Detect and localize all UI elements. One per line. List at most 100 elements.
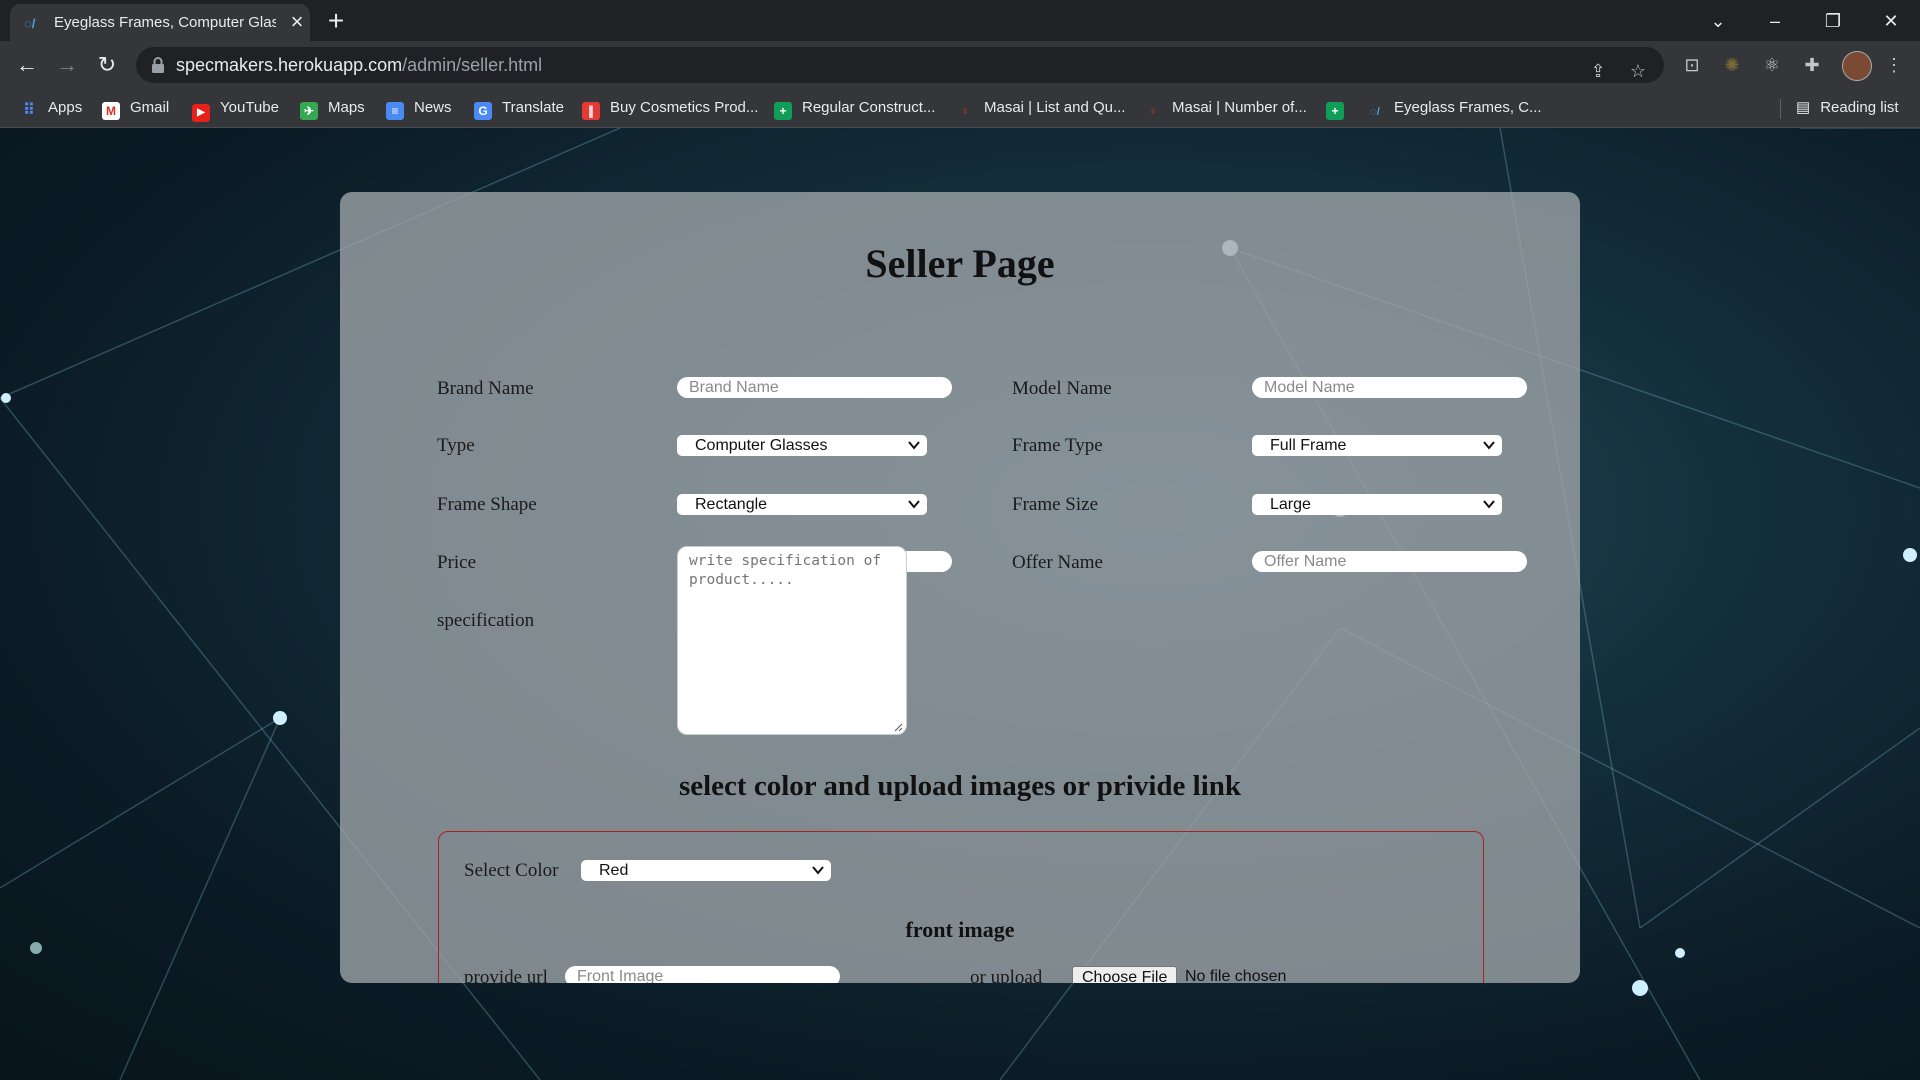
chevron-down-icon: [908, 500, 920, 509]
avatar[interactable]: [1842, 51, 1872, 81]
extension-icon[interactable]: ⊡: [1680, 53, 1704, 77]
new-tab-icon[interactable]: +: [322, 7, 350, 36]
specification-textarea[interactable]: [677, 546, 907, 735]
eyeglass-icon: ◌/: [1370, 106, 1380, 118]
bookmark-label: Buy Cosmetics Prod...: [610, 99, 759, 116]
browser-toolbar: ← → ↻ specmakers.herokuapp.com/admin/sel…: [0, 41, 1920, 89]
url-path: /admin/seller.html: [402, 55, 543, 75]
bookmark-translate[interactable]: G Translate: [474, 97, 564, 120]
lock-icon: [152, 57, 164, 73]
seller-form-card: Seller Page Brand Name Model Name Type C…: [340, 192, 1580, 983]
front-image-url-input[interactable]: [565, 966, 840, 983]
bookmark-label: Regular Construct...: [802, 99, 936, 116]
bookmark-plus[interactable]: +: [1326, 97, 1354, 120]
bookmark-label: Masai | Number of...: [1172, 99, 1307, 116]
price-label: Price: [437, 552, 477, 573]
brand-name-input[interactable]: [677, 377, 952, 398]
reload-icon[interactable]: ↻: [92, 50, 122, 80]
tab-search-icon[interactable]: ⌄: [1703, 6, 1733, 36]
bookmark-label: Maps: [328, 99, 365, 116]
address-bar[interactable]: specmakers.herokuapp.com/admin/seller.ht…: [136, 47, 1664, 83]
gmail-icon: M: [102, 102, 120, 120]
model-name-input[interactable]: [1252, 377, 1527, 398]
menu-dots-icon[interactable]: ⋮: [1882, 53, 1906, 77]
bookmark-gmail[interactable]: M Gmail: [102, 97, 170, 120]
restore-icon[interactable]: ❐: [1818, 6, 1848, 36]
color-upload-box: [438, 831, 1484, 983]
reading-list-button[interactable]: ▤ Reading list: [1796, 97, 1899, 119]
apps-grid-icon: ⠿: [23, 102, 35, 119]
frame-size-label: Frame Size: [1012, 494, 1099, 515]
minimize-icon[interactable]: –: [1760, 6, 1790, 36]
reading-list-label: Reading list: [1820, 99, 1899, 116]
resize-grip-icon[interactable]: [893, 722, 903, 732]
offer-name-input[interactable]: [1252, 551, 1527, 572]
bookmark-youtube[interactable]: ▶ YouTube: [192, 97, 279, 122]
frame-type-select-value: Full Frame: [1270, 437, 1347, 454]
type-select[interactable]: Computer Glasses: [677, 435, 927, 456]
bookmark-masai-list[interactable]: ♀ Masai | List and Qu...: [956, 97, 1126, 119]
frame-shape-select[interactable]: Rectangle: [677, 494, 927, 515]
news-icon: ≡: [386, 102, 404, 120]
type-label: Type: [437, 435, 475, 456]
url-host: specmakers.herokuapp.com: [176, 55, 403, 75]
forward-icon[interactable]: →: [52, 50, 82, 80]
chevron-down-icon: [1483, 500, 1495, 509]
file-status-text: No file chosen: [1185, 968, 1287, 983]
close-tab-icon[interactable]: ×: [286, 11, 308, 33]
frame-shape-select-value: Rectangle: [695, 496, 768, 513]
maps-icon: ✈: [300, 102, 318, 120]
bookmarks-divider: [1780, 99, 1781, 119]
bookmark-label: Eyeglass Frames, C...: [1394, 99, 1542, 116]
back-icon[interactable]: ←: [12, 50, 42, 80]
bookmark-star-icon[interactable]: ☆: [1626, 59, 1650, 83]
bookmark-label: Translate: [502, 99, 564, 116]
masai-icon: ♀: [960, 104, 970, 118]
cosmetics-icon: ∥: [582, 102, 600, 120]
extension-react-icon[interactable]: ⚛: [1760, 53, 1784, 77]
bookmark-masai-number[interactable]: ♀ Masai | Number of...: [1144, 97, 1307, 119]
bookmark-cosmetics[interactable]: ∥ Buy Cosmetics Prod...: [582, 97, 759, 120]
brand-name-label: Brand Name: [437, 378, 534, 399]
extension-sun-icon[interactable]: ✺: [1720, 53, 1744, 77]
bookmark-label: News: [414, 99, 452, 116]
frame-type-label: Frame Type: [1012, 435, 1103, 456]
bookmark-apps[interactable]: ⠿ Apps: [20, 97, 82, 119]
bookmark-label: Gmail: [130, 99, 170, 116]
frame-shape-label: Frame Shape: [437, 494, 537, 515]
bookmark-maps[interactable]: ✈ Maps: [300, 97, 365, 120]
bookmark-eyeglass[interactable]: ◌/ Eyeglass Frames, C...: [1366, 97, 1542, 119]
reading-list-icon: ▤: [1796, 99, 1811, 116]
bookmark-label: Apps: [48, 99, 83, 116]
front-image-title: front image: [905, 917, 1015, 942]
youtube-icon: ▶: [192, 104, 210, 122]
tab-title: Eyeglass Frames, Computer Glass: [54, 14, 276, 31]
translate-icon: G: [474, 102, 492, 120]
tab-strip: ◌/ Eyeglass Frames, Computer Glass × + ⌄…: [0, 0, 1920, 41]
color-select[interactable]: Red: [581, 860, 831, 881]
or-upload-label: or upload: [970, 967, 1043, 983]
share-icon[interactable]: ⇪: [1586, 59, 1610, 83]
color-select-value: Red: [599, 862, 629, 879]
specification-label: specification: [437, 610, 535, 631]
frame-type-select[interactable]: Full Frame: [1252, 435, 1502, 456]
model-name-label: Model Name: [1012, 378, 1112, 399]
plus-icon: +: [1326, 102, 1344, 120]
url-text: specmakers.herokuapp.com/admin/seller.ht…: [176, 55, 542, 76]
bookmark-label: YouTube: [220, 99, 279, 116]
page-viewport: Seller Page Brand Name Model Name Type C…: [0, 128, 1920, 1080]
bookmark-news[interactable]: ≡ News: [386, 97, 452, 120]
plus-icon: +: [774, 102, 792, 120]
frame-size-select-value: Large: [1270, 496, 1311, 513]
offer-name-label: Offer Name: [1012, 552, 1103, 573]
color-section-title: select color and upload images or privid…: [678, 770, 1242, 802]
type-select-value: Computer Glasses: [695, 437, 828, 454]
bookmark-regular-construct[interactable]: + Regular Construct...: [774, 97, 936, 120]
browser-tab[interactable]: ◌/ Eyeglass Frames, Computer Glass ×: [10, 4, 310, 41]
chevron-down-icon: [1483, 441, 1495, 450]
select-color-label: Select Color: [464, 860, 559, 881]
choose-file-button[interactable]: Choose File: [1072, 966, 1178, 983]
frame-size-select[interactable]: Large: [1252, 494, 1502, 515]
puzzle-icon[interactable]: ✚: [1800, 53, 1824, 77]
window-close-icon[interactable]: ✕: [1876, 6, 1906, 36]
